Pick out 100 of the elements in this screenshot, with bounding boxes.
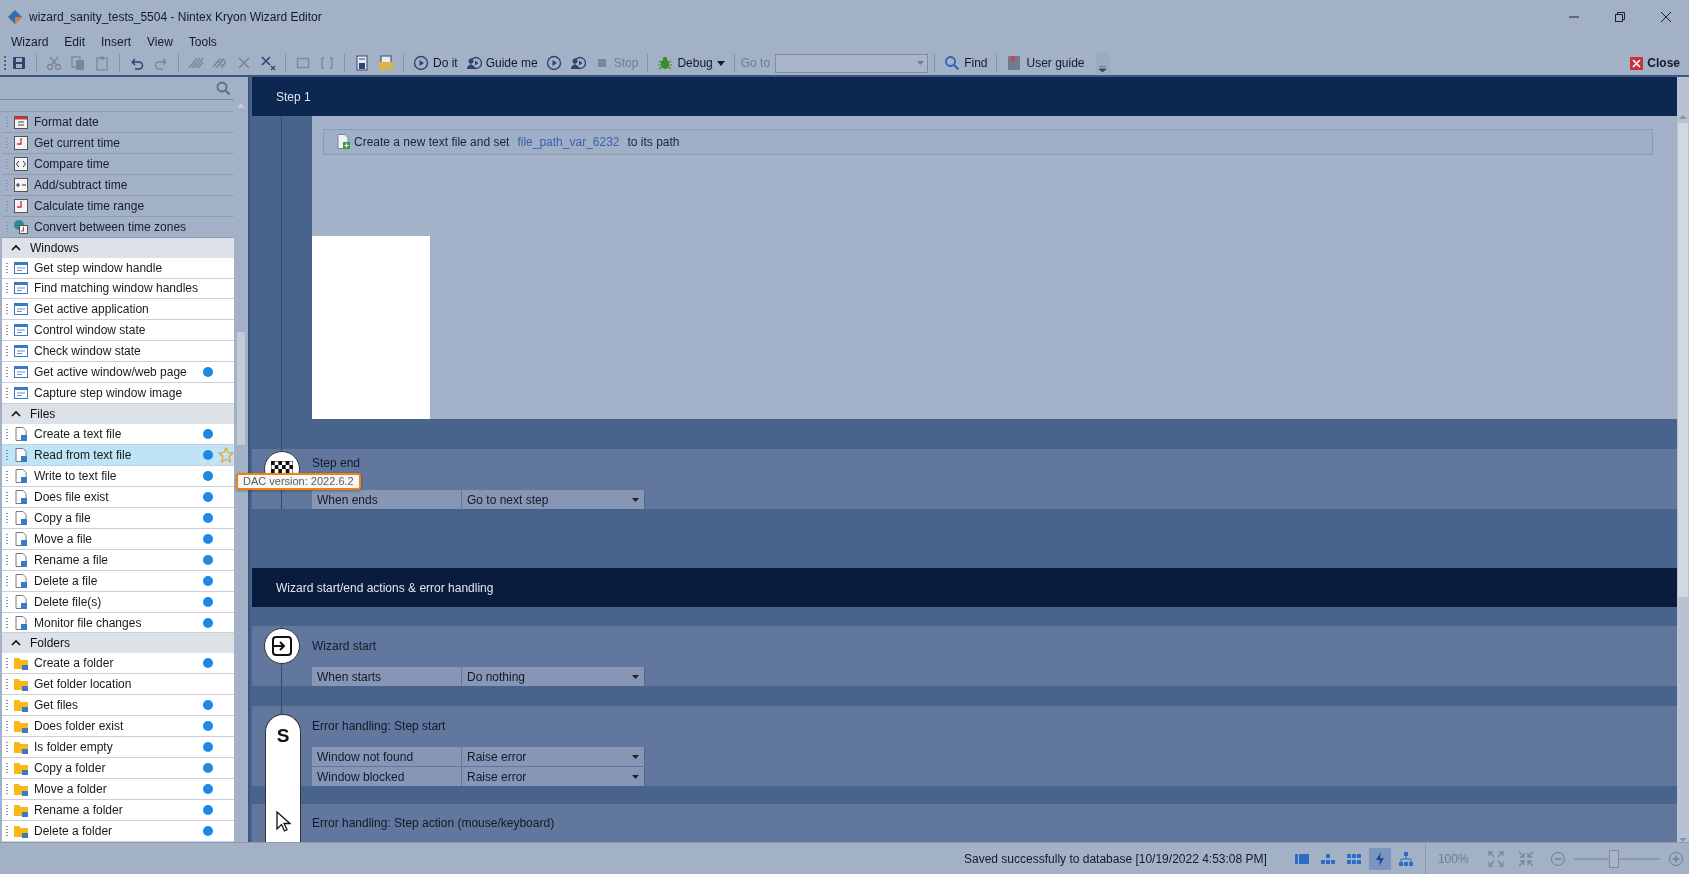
file-icon	[13, 530, 29, 547]
dropdown-caret-icon	[917, 61, 925, 65]
action-item[interactable]: Rename a folder	[2, 800, 234, 821]
zoom-slider-thumb[interactable]	[1609, 849, 1620, 868]
file-icon	[13, 551, 29, 568]
value-dropdown[interactable]: Go to next step	[462, 490, 644, 509]
action-item[interactable]: Is folder empty	[2, 737, 234, 759]
search-icon	[944, 55, 961, 71]
dropdown-caret-icon	[632, 674, 639, 679]
action-item[interactable]: Does folder exist	[2, 716, 234, 738]
window-icon	[13, 364, 29, 381]
book-button[interactable]: User guide	[1003, 52, 1088, 74]
window-title: wizard_sanity_tests_5504 - Nintex Kryon Wizard Editor	[29, 9, 323, 24]
action-item[interactable]: Read from text file	[2, 445, 234, 466]
search-icon	[216, 81, 230, 95]
menu-item[interactable]: Insert	[93, 35, 140, 49]
overflow-button[interactable]	[1095, 52, 1110, 74]
globe-icon	[13, 218, 29, 235]
expand-icon	[1487, 850, 1504, 867]
action-item[interactable]: Check window state	[2, 341, 234, 363]
action-item[interactable]: Move a file	[2, 528, 234, 550]
hatched-eye-icon	[212, 55, 228, 71]
action-item[interactable]: Get active window/web page	[2, 362, 234, 384]
cursor-icon	[275, 811, 291, 833]
copy-icon	[70, 55, 86, 71]
debug-button[interactable]: Debug	[654, 52, 728, 74]
folder-icon	[13, 718, 29, 735]
shrink-icon	[1517, 850, 1534, 867]
action-item[interactable]: Control window state	[2, 320, 234, 342]
action-item[interactable]: Get files	[2, 695, 234, 717]
view-button[interactable]	[1368, 847, 1391, 870]
action-item[interactable]: Copy a file	[2, 507, 234, 529]
action-item[interactable]: Write to text file	[2, 465, 234, 487]
action-item[interactable]: Monitor file changes	[2, 612, 234, 634]
action-item[interactable]: Delete a folder	[2, 820, 234, 842]
action-row[interactable]: Create a new text file and set file_path_var_6232 to its path	[323, 129, 1653, 155]
folder-icon	[13, 781, 29, 797]
action-item[interactable]: Create a folder	[2, 653, 234, 675]
file-icon	[13, 447, 29, 463]
menu-item[interactable]: View	[139, 35, 181, 49]
value-dropdown[interactable]: Do nothing	[462, 667, 644, 686]
menu-item[interactable]: Wizard	[3, 35, 57, 49]
window-icon	[13, 280, 29, 297]
zoom-in-icon	[1667, 850, 1684, 867]
action-item[interactable]: Get folder location	[2, 674, 234, 696]
value-dropdown[interactable]: Raise error	[462, 767, 644, 786]
clipboard-icon	[94, 55, 110, 71]
group-header[interactable]: Folders	[2, 633, 234, 654]
logo-icon	[8, 9, 22, 24]
overflow-icon	[1099, 66, 1106, 72]
guide-icon	[569, 55, 586, 71]
play-icon	[413, 55, 429, 71]
menu-item[interactable]: Tools	[180, 35, 225, 49]
scrollbar-thumb[interactable]	[237, 332, 245, 445]
bug-icon	[657, 55, 674, 71]
action-item[interactable]: Delete file(s)	[2, 591, 234, 613]
find-button[interactable]: Find	[941, 52, 991, 74]
cross-icon	[236, 55, 252, 71]
action-item[interactable]: Rename a file	[2, 549, 234, 571]
window-icon	[13, 301, 29, 318]
goto-combobox[interactable]	[775, 53, 929, 73]
block-title: Error handling: Step start	[312, 719, 446, 733]
undo-icon	[129, 55, 145, 71]
brackets-icon	[319, 55, 335, 71]
enter-icon	[272, 636, 292, 656]
group-header[interactable]: Files	[2, 404, 234, 425]
status-message: Saved successfully to database [10/19/2022 4:53:08 PM]	[964, 851, 1267, 866]
folder-icon	[13, 676, 29, 693]
step-title: Step 1	[276, 89, 311, 104]
play-icon	[545, 55, 562, 71]
property-label: Window blocked	[312, 767, 462, 786]
version-tooltip: DAC version: 2022.6.2	[236, 473, 361, 490]
action-item[interactable]: Does file exist	[2, 486, 234, 508]
action-item[interactable]: Delete a file	[2, 570, 234, 592]
action-item[interactable]: Find matching window handles	[2, 278, 234, 300]
guide-button[interactable]: Guide me	[462, 52, 541, 74]
action-text: Create a new text file and set	[354, 135, 510, 149]
group-header[interactable]: Windows	[2, 237, 234, 258]
action-item[interactable]: Create a text file	[2, 424, 234, 446]
file-icon	[13, 593, 29, 610]
collapse-caret-icon	[11, 639, 21, 648]
scrollbar-thumb[interactable]	[1678, 123, 1688, 597]
menu-item[interactable]: Edit	[56, 35, 94, 49]
play-button[interactable]: Do it	[410, 52, 461, 74]
window-icon	[13, 385, 29, 402]
hatched-icon	[188, 55, 204, 71]
document-icon	[354, 55, 370, 71]
value-dropdown[interactable]: Raise error	[462, 747, 644, 766]
file-add-icon	[336, 134, 350, 150]
guide-icon	[465, 55, 482, 71]
window-icon	[13, 322, 29, 339]
scissors-icon	[46, 55, 62, 71]
action-item[interactable]: Capture step window image	[2, 383, 234, 405]
action-item[interactable]: Get step window handle	[2, 257, 234, 279]
property-label: When starts	[312, 667, 462, 686]
action-item[interactable]: Move a folder	[2, 779, 234, 800]
action-item[interactable]: Get active application	[2, 299, 234, 321]
window-icon	[13, 259, 29, 276]
close-editor-button[interactable]: Close	[1627, 52, 1683, 74]
action-item[interactable]: Copy a folder	[2, 758, 234, 780]
